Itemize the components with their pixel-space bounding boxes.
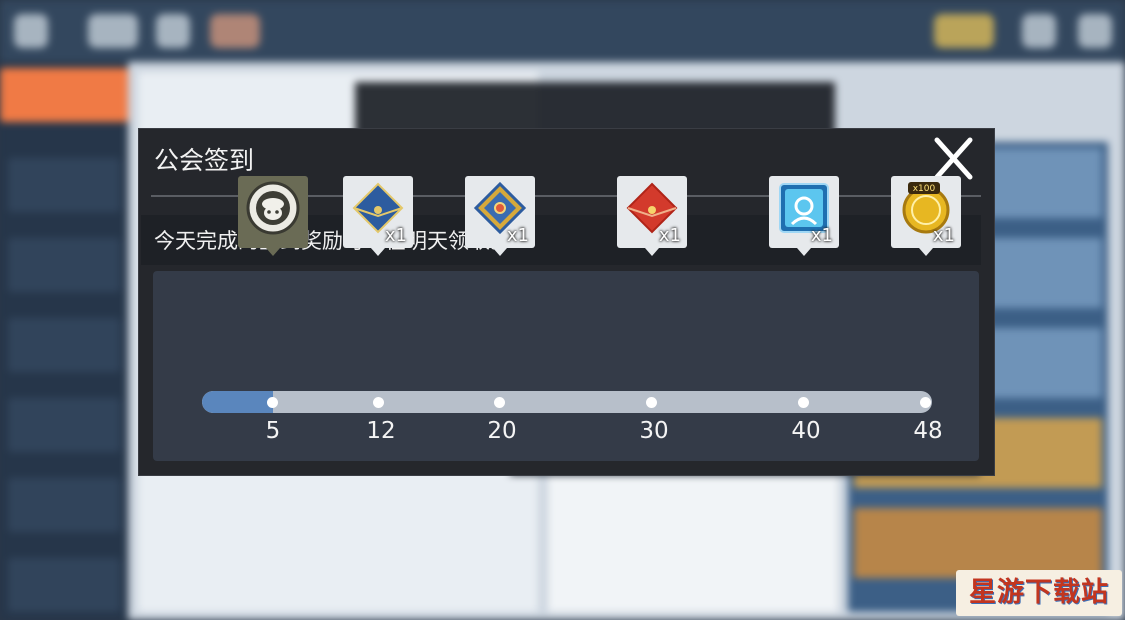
side-menu <box>0 62 128 620</box>
side-menu-item <box>0 68 128 122</box>
top-bar <box>0 0 1125 62</box>
reward-quantity: x1 <box>658 225 681 246</box>
coin-label: x100 <box>913 184 936 194</box>
notice-text: 今天完成的签到奖励可以在明天领取。 <box>154 229 511 253</box>
milestone-label: 30 <box>639 418 669 444</box>
side-menu-item <box>8 238 120 292</box>
milestone-dot <box>373 397 384 408</box>
close-icon <box>934 137 973 180</box>
close-icon <box>1078 14 1112 48</box>
progress-bar <box>202 391 932 413</box>
side-menu-item <box>8 158 120 212</box>
site-watermark: 星游下载站 <box>956 570 1122 616</box>
milestone-dot <box>920 397 931 408</box>
dialog-title: 公会签到 <box>154 146 255 175</box>
event-banner <box>854 508 1102 578</box>
milestone-label: 40 <box>791 418 821 444</box>
reward-box-5[interactable] <box>238 176 308 256</box>
milestone-dot <box>267 397 278 408</box>
reward-box-12[interactable]: x1 <box>343 176 413 256</box>
reward-quantity: x1 <box>810 225 833 246</box>
milestone-label: 20 <box>487 418 517 444</box>
side-menu-item <box>8 478 120 532</box>
milestone-label: 12 <box>366 418 396 444</box>
reward-quantity: x1 <box>932 225 955 246</box>
side-menu-item <box>8 318 120 372</box>
gear-icon <box>156 14 190 48</box>
reward-box-30[interactable]: x1 <box>617 176 687 256</box>
milestone-label: 5 <box>265 418 281 444</box>
side-menu-item <box>8 558 120 612</box>
progress-fill <box>202 391 273 413</box>
side-menu-item <box>8 398 120 452</box>
mail-icon <box>1022 14 1056 48</box>
menu-icon <box>88 14 138 48</box>
currency-icon <box>934 14 994 48</box>
close-button[interactable] <box>929 137 979 181</box>
reward-quantity: x1 <box>384 225 407 246</box>
back-icon <box>14 14 48 48</box>
reward-quantity: x1 <box>506 225 529 246</box>
milestone-dot <box>798 397 809 408</box>
milestone-label: 48 <box>913 418 943 444</box>
reward-box-48[interactable]: x100 x1 <box>891 176 961 256</box>
milestone-dot <box>494 397 505 408</box>
center-panel <box>548 462 838 612</box>
avatar <box>210 14 260 48</box>
reward-box-40[interactable]: x1 <box>769 176 839 256</box>
milestone-dot <box>646 397 657 408</box>
reward-box-20[interactable]: x1 <box>465 176 535 256</box>
guild-emblem-icon <box>246 181 300 235</box>
